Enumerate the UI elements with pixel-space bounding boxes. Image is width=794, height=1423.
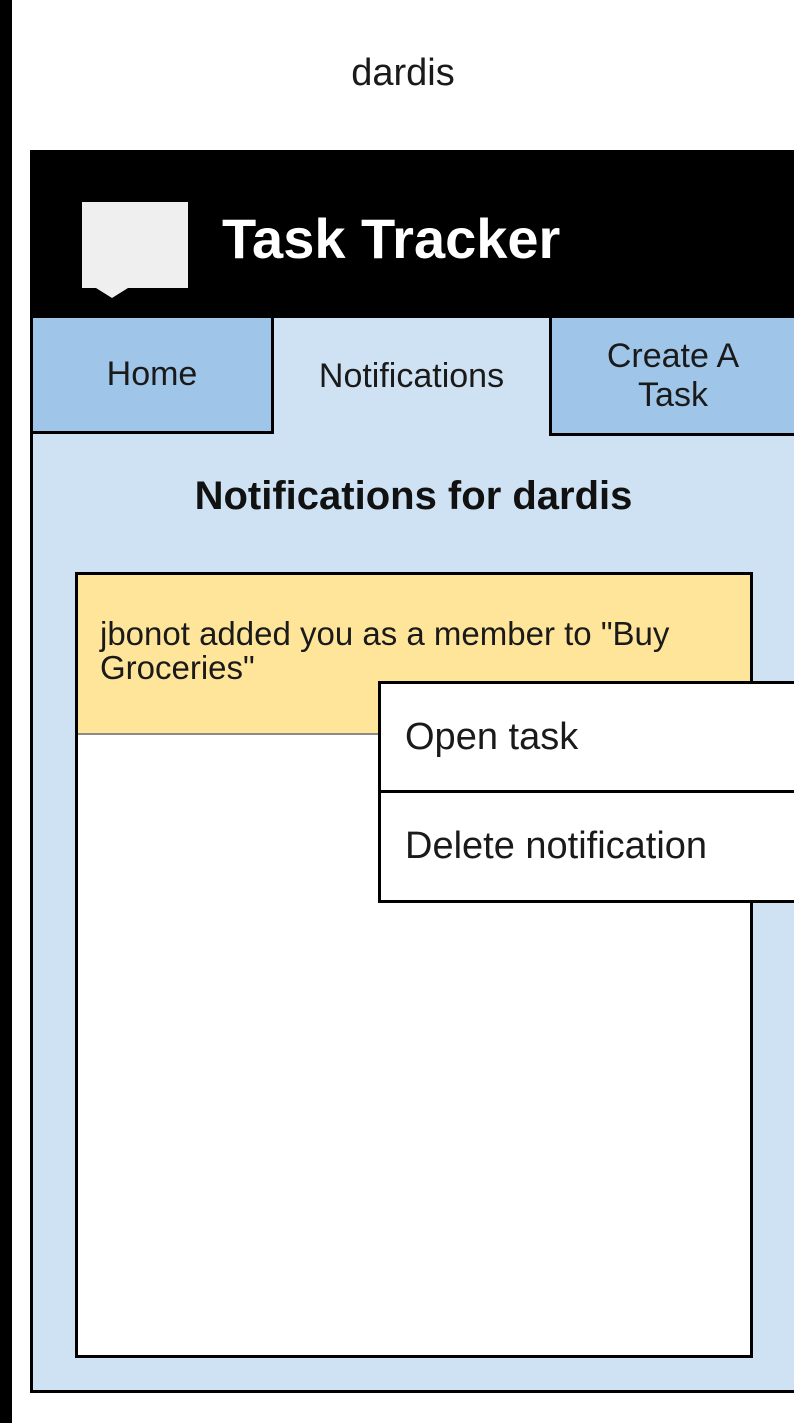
tab-home[interactable]: Home [33,318,274,434]
notification-text: jbonot added you as a member to "Buy Gro… [100,615,670,687]
delete-notification-label: Delete notification [405,825,708,867]
tab-notifications-label: Notifications [318,356,505,395]
tab-home-label: Home [106,355,198,394]
tab-create-task[interactable]: Create A Task [549,318,794,436]
speech-bubble-tail [96,288,128,298]
delete-notification-menu-item[interactable]: Delete notification [381,793,794,900]
context-menu: Open task Delete notification [378,681,794,903]
page-title: Notifications for dardis [194,474,633,518]
open-task-menu-item[interactable]: Open task [381,684,794,793]
app-title: Task Tracker [222,207,561,270]
tab-create-task-label: Create A Task [606,337,740,414]
tab-notifications[interactable]: Notifications [274,318,549,434]
speech-bubble-icon [82,202,188,288]
device-label: dardis [351,52,455,94]
open-task-label: Open task [405,715,579,758]
